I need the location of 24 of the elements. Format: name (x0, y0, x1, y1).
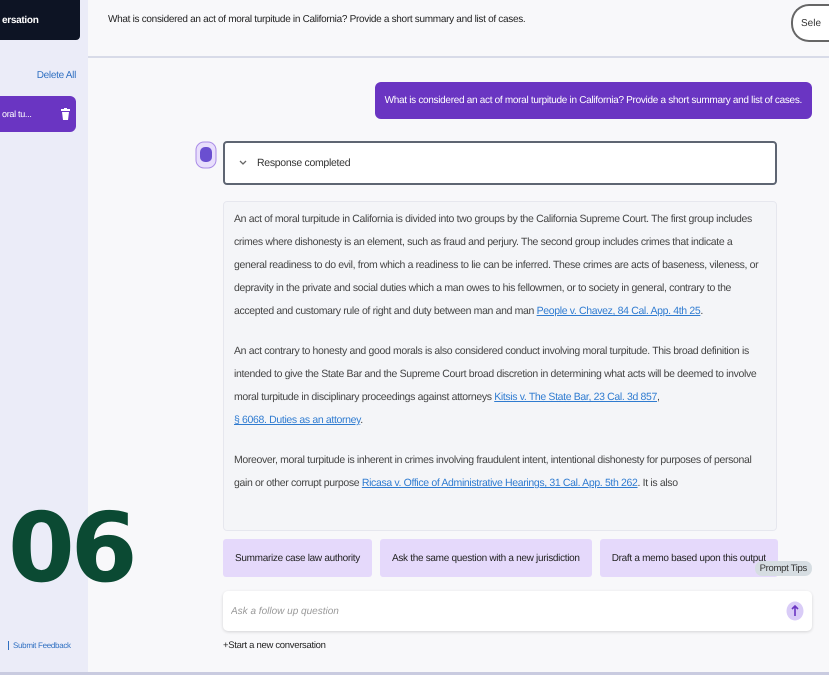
answer-paragraph: An act of moral turpitude in California is divided into two groups by the California Supreme Court. The first group includes crimes where dishonesty is an element, such as fraud and perjury. The second group includes crimes that indicate a general readiness to do evil, from which a readiness to lie can be inferred. These crimes are acts of baseness, vileness, or depravity in the private and social duties which a man owes to his fellowmen, or to society in general, contrary to the accepted and customary rule of right and duty between man and man People v. Chavez, 84 Cal. App. 4th 25. (234, 212, 760, 319)
step-number: 06 (8, 500, 134, 596)
answer-paragraph: Moreover, moral turpitude is inherent in crimes involving fraudulent intent, intentional dishonesty for purposes of personal gain or other corrupt purpose Ricasa v. Office of Administrative Hearings, 31 Cal. App. 5th 262. It is also (234, 453, 752, 491)
answer-paragraph: An act contrary to honesty and good morals is also considered conduct involving moral turpitude. This broad definition is intended to give the State Bar and the Supreme Court broad discretion in determining what acts will be deemed to involve moral turpitude in disciplinary proceedings against attorneys Kitsis v. The State Bar, 23 Cal. 3d 857, § 6068. Duties as an attorney. (234, 344, 758, 428)
citation-link[interactable]: People v. Chavez, 84 Cal. App. 4th 25 (536, 305, 700, 317)
submit-feedback-link[interactable]: Submit Feedback (8, 641, 76, 650)
assistant-avatar-icon (195, 141, 217, 169)
suggestion-chip[interactable]: Ask the same question with a new jurisdiction (380, 539, 592, 577)
citation-link[interactable]: Ricasa v. Office of Administrative Hearings, 31 Cal. App. 5th 262 (362, 477, 638, 489)
response-status-toggle[interactable]: Response completed (223, 141, 777, 185)
send-icon[interactable] (786, 601, 804, 621)
citation-link[interactable]: § 6068. Duties as an attorney (234, 414, 360, 426)
trash-icon[interactable] (61, 108, 70, 120)
citation-link[interactable]: Kitsis v. The State Bar, 23 Cal. 3d 857 (494, 391, 658, 403)
suggestion-chip[interactable]: Summarize case law authority (223, 539, 372, 577)
conversation-title: What is considered an act of moral turpitude in California? Provide a short summary and list of cases. (108, 14, 526, 24)
history-item[interactable]: oral tu... (0, 96, 76, 132)
new-conversation-button[interactable]: ersation (0, 0, 80, 40)
select-button[interactable]: Sele (791, 4, 829, 42)
delete-all-link[interactable]: Delete All (36, 70, 76, 81)
prompt-tips-badge[interactable]: Prompt Tips (754, 561, 812, 576)
user-message: What is considered an act of moral turpitude in California? Provide a short summary and list of cases. (374, 82, 812, 119)
chevron-icon (239, 160, 247, 166)
start-new-conversation-link[interactable]: +Start a new conversation (223, 640, 812, 651)
